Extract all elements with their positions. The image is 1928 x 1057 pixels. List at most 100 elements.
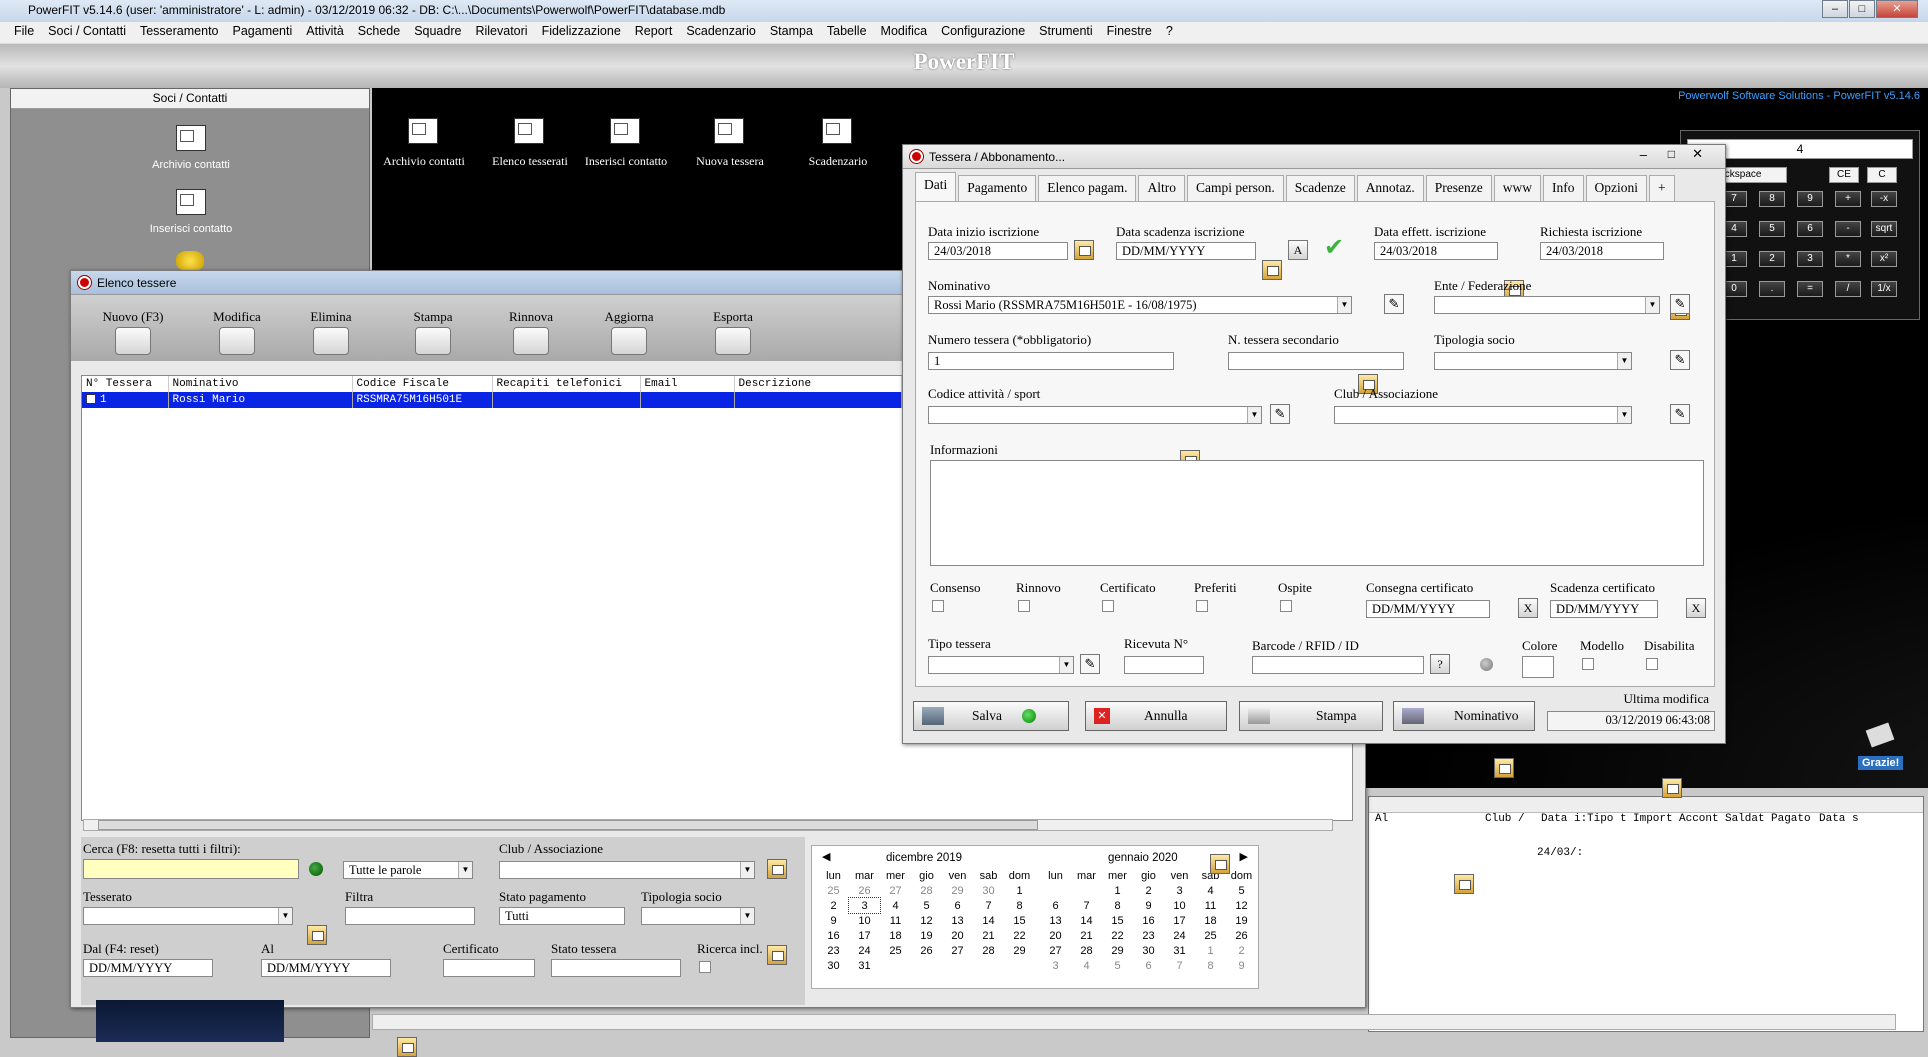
calendar-day[interactable]: 19: [911, 928, 942, 943]
tipologia-filter-button[interactable]: [767, 945, 787, 965]
calendar-day[interactable]: 31: [849, 958, 880, 973]
ricerca-checkbox[interactable]: [699, 961, 711, 973]
barcode-input[interactable]: [1252, 656, 1424, 674]
richiesta-input[interactable]: 24/03/2018: [1540, 242, 1664, 260]
scadenza-cert-calendar-button[interactable]: [1662, 778, 1682, 798]
calendar-day[interactable]: 19: [1226, 913, 1257, 928]
data-inizio-calendar-button[interactable]: [1074, 240, 1094, 260]
barcode-help-button[interactable]: ?: [1430, 654, 1450, 674]
toolbar-2-icon[interactable]: [610, 118, 640, 144]
calendar-day[interactable]: 22: [1102, 928, 1133, 943]
table-row[interactable]: 1 Rossi Mario RSSMRA75M16H501E: [82, 392, 902, 408]
right-grid-header[interactable]: Tipo t: [1587, 813, 1627, 825]
nominativo-edit-button[interactable]: ✎: [1384, 294, 1404, 314]
menu-item-14[interactable]: Configurazione: [941, 24, 1025, 43]
check-0-checkbox[interactable]: [932, 600, 944, 612]
calendar-day[interactable]: 18: [880, 928, 911, 943]
toolbar-1-icon[interactable]: [514, 118, 544, 144]
data-effettiva-input[interactable]: 24/03/2018: [1374, 242, 1498, 260]
calendar-day[interactable]: 11: [1195, 898, 1226, 913]
calendar-day[interactable]: 8: [1004, 898, 1035, 913]
elenco-button-6[interactable]: [715, 327, 751, 355]
minimize-button[interactable]: –: [1822, 0, 1848, 18]
calendar-day[interactable]: 30: [1133, 943, 1164, 958]
menu-item-15[interactable]: Strumenti: [1039, 24, 1093, 43]
tessera-maximize-button[interactable]: □: [1668, 147, 1675, 161]
stato-pagamento-input[interactable]: Tutti: [499, 907, 625, 925]
calendar-day[interactable]: 18: [1195, 913, 1226, 928]
menu-item-16[interactable]: Finestre: [1107, 24, 1152, 43]
word-mode-select[interactable]: Tutte le parole ▼: [343, 861, 473, 879]
archive-contacts-icon[interactable]: [176, 125, 206, 151]
menu-item-3[interactable]: Pagamenti: [233, 24, 293, 43]
calendar-day[interactable]: 6: [1040, 898, 1071, 913]
calendar-day[interactable]: 13: [1040, 913, 1071, 928]
informazioni-textarea[interactable]: [930, 460, 1704, 566]
calendar-day[interactable]: 24: [1164, 928, 1195, 943]
calendar-day[interactable]: 26: [849, 883, 880, 898]
consegna-calendar-button[interactable]: [1494, 758, 1514, 778]
menu-item-2[interactable]: Tesseramento: [140, 24, 219, 43]
calendar-day[interactable]: 17: [1164, 913, 1195, 928]
prev-month-arrow[interactable]: ◀: [822, 850, 830, 863]
check-3-checkbox[interactable]: [1196, 600, 1208, 612]
calendar-day[interactable]: 8: [1195, 958, 1226, 973]
calendar-day[interactable]: 9: [1133, 898, 1164, 913]
toolbar-3-label[interactable]: Nuova tessera: [672, 154, 788, 169]
calculator-key[interactable]: 5: [1759, 221, 1785, 237]
calculator-key[interactable]: =: [1797, 281, 1823, 297]
tab-6[interactable]: Annotaz.: [1356, 175, 1424, 201]
thanks-label[interactable]: Grazie!: [1858, 756, 1904, 770]
toolbar-4-icon[interactable]: [822, 118, 852, 144]
tab-8[interactable]: www: [1493, 175, 1542, 201]
club-filter-select[interactable]: ▼: [499, 861, 755, 879]
al-input[interactable]: DD/MM/YYYY: [261, 959, 391, 977]
calendar-day[interactable]: 1: [1195, 943, 1226, 958]
right-grid-header[interactable]: Accont: [1679, 813, 1719, 825]
menu-item-5[interactable]: Schede: [358, 24, 400, 43]
ricevuta-input[interactable]: [1124, 656, 1204, 674]
calendar-day[interactable]: 29: [1102, 943, 1133, 958]
calculator-key[interactable]: 8: [1759, 191, 1785, 207]
calendar-day[interactable]: 4: [1071, 958, 1102, 973]
menu-item-10[interactable]: Scadenzario: [686, 24, 756, 43]
elenco-button-2[interactable]: [313, 327, 349, 355]
right-grid-header[interactable]: Club /: [1485, 813, 1525, 825]
calendar-day[interactable]: 30: [973, 883, 1004, 898]
calendar-day[interactable]: 26: [1226, 928, 1257, 943]
maximize-button[interactable]: □: [1849, 0, 1875, 18]
calendar-day[interactable]: 13: [942, 913, 973, 928]
tipologia-filter-select[interactable]: ▼: [641, 907, 755, 925]
calculator-key[interactable]: .: [1759, 281, 1785, 297]
calendar-day[interactable]: 27: [942, 943, 973, 958]
calendar-day[interactable]: 7: [973, 898, 1004, 913]
calculator-key[interactable]: 3: [1797, 251, 1823, 267]
calendar-day[interactable]: 28: [911, 883, 942, 898]
right-grid-header[interactable]: Data i:: [1541, 813, 1587, 825]
calendar-day[interactable]: 31: [1164, 943, 1195, 958]
calendar-day[interactable]: 21: [1071, 928, 1102, 943]
calendar-day[interactable]: 27: [880, 883, 911, 898]
calendar-day[interactable]: 23: [818, 943, 849, 958]
elenco-button-3[interactable]: [415, 327, 451, 355]
tipologia-edit-button[interactable]: ✎: [1670, 350, 1690, 370]
tipo-tessera-edit-button[interactable]: ✎: [1080, 654, 1100, 674]
calendar-day[interactable]: 29: [1004, 943, 1035, 958]
auto-scadenza-button[interactable]: A: [1288, 240, 1308, 260]
calendar-day[interactable]: 11: [880, 913, 911, 928]
tessera-close-button[interactable]: ✕: [1692, 146, 1703, 162]
calculator-key[interactable]: 9: [1797, 191, 1823, 207]
next-month-arrow[interactable]: ▶: [1240, 850, 1248, 863]
check-2-checkbox[interactable]: [1102, 600, 1114, 612]
calculator-key[interactable]: 6: [1797, 221, 1823, 237]
menu-item-7[interactable]: Rilevatori: [475, 24, 527, 43]
calendar-day[interactable]: 9: [818, 913, 849, 928]
codice-attivita-edit-button[interactable]: ✎: [1270, 404, 1290, 424]
calendar-day[interactable]: 2: [1133, 883, 1164, 898]
data-scadenza-calendar-button[interactable]: [1262, 260, 1282, 280]
calendar-day[interactable]: 1: [1102, 883, 1133, 898]
filtra-input[interactable]: [345, 907, 475, 925]
calculator-key[interactable]: -x: [1871, 191, 1897, 207]
calendar-day[interactable]: 14: [973, 913, 1004, 928]
al-calendar-button[interactable]: [397, 1037, 417, 1057]
